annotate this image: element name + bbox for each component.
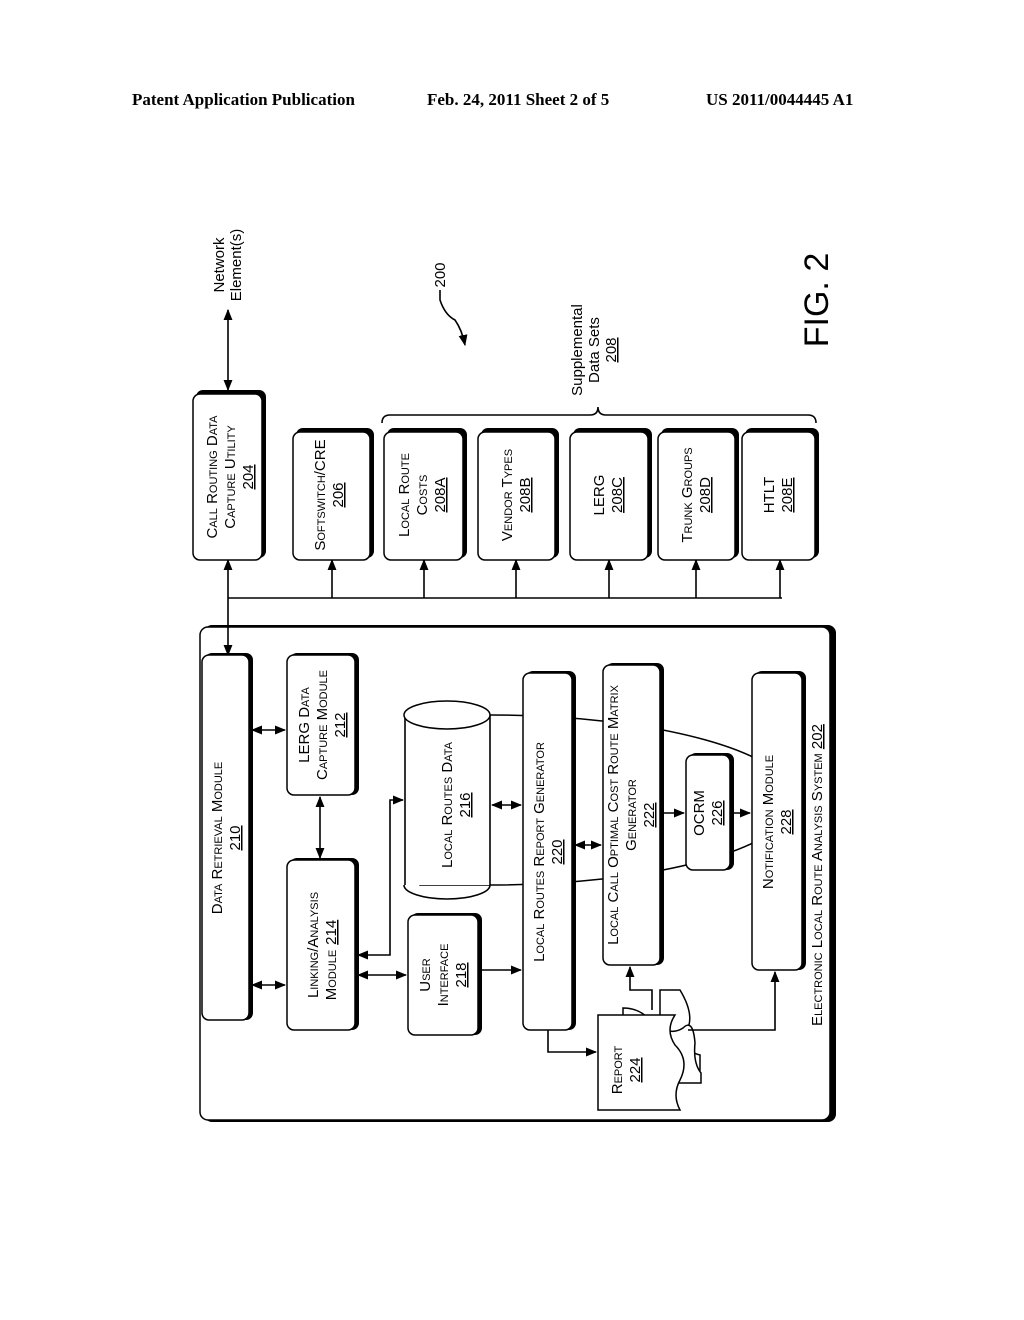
user-interface-218: UserInterface218	[407, 913, 482, 1036]
ocrm-226: OCRM226	[685, 753, 734, 871]
svg-text:HTLT208E: HTLT208E	[761, 477, 796, 513]
figure-ref-arrow	[439, 290, 468, 347]
svg-text:LERG208C: LERG208C	[591, 475, 626, 516]
svg-text:NetworkElement(s): NetworkElement(s)	[211, 229, 245, 302]
figure-2-diagram: NetworkElement(s) Call Routing DataCaptu…	[192, 229, 836, 1122]
supplemental-brace	[381, 406, 817, 424]
svg-text:SupplementalData Sets208: SupplementalData Sets208	[569, 304, 620, 396]
figure-label: FIG. 2	[798, 253, 836, 347]
system-202-label: Electronic Local Route Analysis System 2…	[809, 724, 826, 1026]
matrix-generator-222: Local Call Optimal Cost Route MatrixGene…	[602, 663, 664, 966]
softswitch-cre-206: Softswitch/CRE206	[292, 428, 374, 561]
lerg-data-capture-module-212: LERG DataCapture Module212	[286, 653, 359, 796]
dataset-208c: LERG208C	[569, 428, 652, 561]
linking-analysis-module-214: Linking/AnalysisModule214	[286, 858, 359, 1031]
network-elements-label: NetworkElement(s)	[211, 229, 245, 302]
dataset-208a: Local RouteCosts208A	[383, 428, 467, 561]
call-routing-capture-utility-204: Call Routing DataCapture Utility204	[192, 390, 266, 561]
notification-module-228: Notification Module228	[751, 671, 806, 971]
local-routes-report-generator-220: Local Routes Report Generator220	[522, 671, 576, 1031]
figure-ref-200: 200	[432, 262, 449, 287]
supplemental-data-sets-label: SupplementalData Sets208	[569, 304, 620, 396]
dataset-208b: Vendor Types208B	[477, 428, 559, 561]
dataset-208e: HTLT208E	[741, 428, 819, 561]
dataset-208d: Trunk Groups208D	[657, 428, 739, 561]
data-retrieval-module-210: Data Retrieval Module210	[201, 653, 253, 1021]
